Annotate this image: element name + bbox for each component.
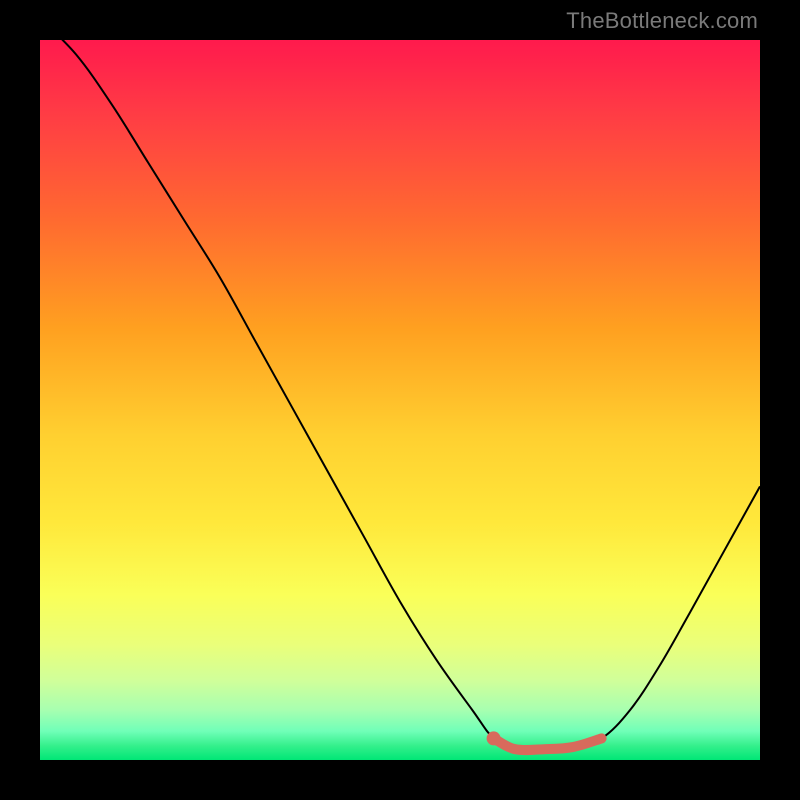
bottleneck-curve-line: [40, 40, 760, 750]
chart-frame: TheBottleneck.com: [0, 0, 800, 800]
optimal-point-marker: [487, 731, 501, 745]
chart-svg: [40, 40, 760, 760]
watermark-text: TheBottleneck.com: [566, 8, 758, 34]
optimal-range-highlight: [494, 738, 602, 750]
plot-area: [40, 40, 760, 760]
